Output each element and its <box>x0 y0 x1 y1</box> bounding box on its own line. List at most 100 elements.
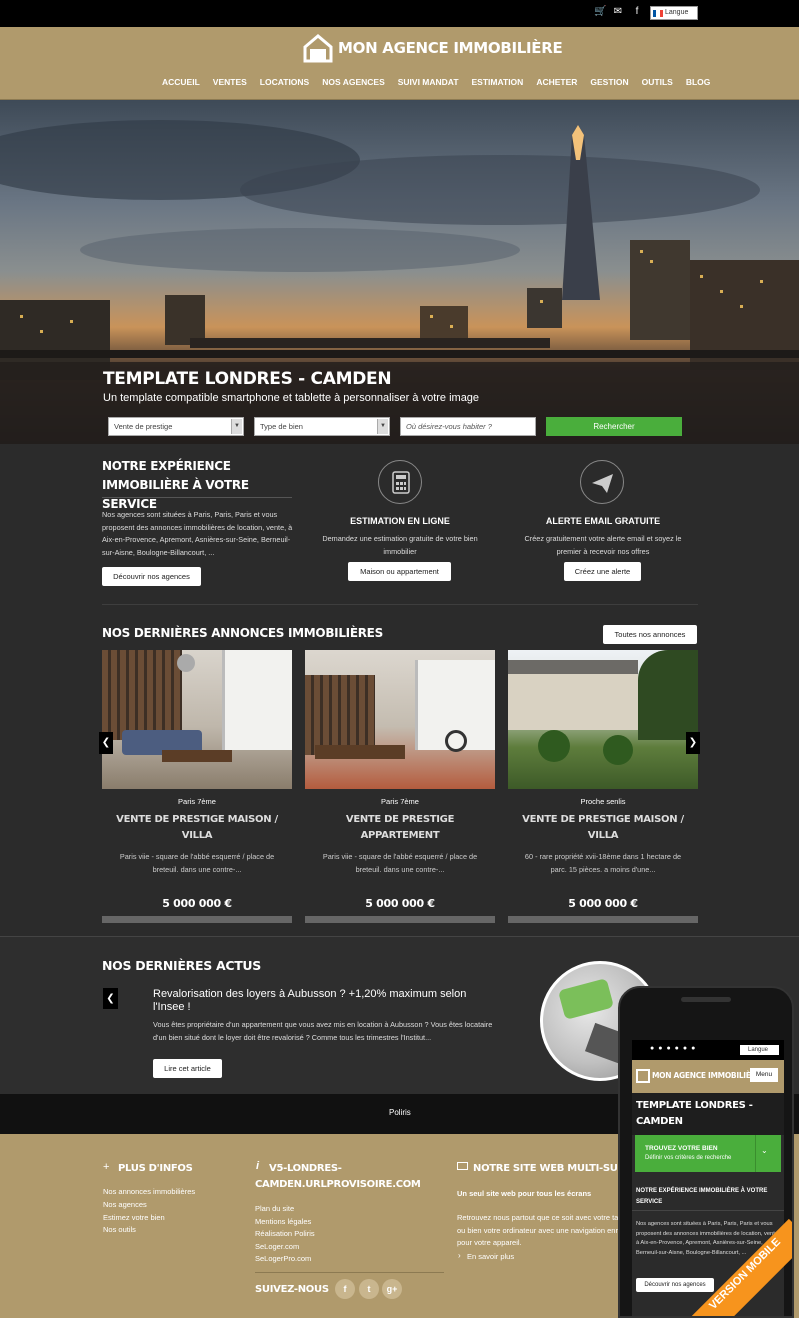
language-label: Langue <box>665 9 689 16</box>
mobile-language-selector[interactable]: Langue <box>740 1045 779 1055</box>
hero-title: TEMPLATE LONDRES - CAMDEN <box>103 369 392 389</box>
news-prev-button[interactable]: ❮ <box>103 988 118 1009</box>
mobile-find-title: TROUVEZ VOTRE BIEN <box>645 1145 718 1152</box>
footer-site-title: V5-LONDRES-CAMDEN.URLPROVISOIRE.COM <box>255 1163 421 1190</box>
footer-link[interactable]: Estimez votre bien <box>103 1212 165 1225</box>
logo-text: MON AGENCE IMMOBILIÈRE <box>338 39 563 57</box>
poliris-link[interactable]: Poliris <box>389 1108 411 1117</box>
footer-link[interactable]: Nos annonces immobilières <box>103 1186 195 1199</box>
nav-item-outils[interactable]: OUTILS <box>642 77 673 87</box>
hero-subtitle: Un template compatible smartphone et tab… <box>103 392 480 404</box>
listing-card[interactable]: Proche senlis VENTE DE PRESTIGE MAISON /… <box>508 650 698 923</box>
mobile-logo-text: MON AGENCE IMMOBILIÈRE <box>652 1071 761 1080</box>
listing-card[interactable]: Paris 7ème VENTE DE PRESTIGE MAISON / VI… <box>102 650 292 923</box>
listing-description: Paris viie - square de l'abbé esquerré /… <box>119 852 275 874</box>
divider <box>102 497 292 498</box>
language-selector[interactable]: Langue <box>650 6 698 20</box>
footer-link[interactable]: Nos outils <box>103 1224 136 1237</box>
follow-us-label: SUIVEZ-NOUS <box>255 1284 329 1295</box>
nav-item-suivi-mandat[interactable]: SUIVI MANDAT <box>398 77 459 87</box>
mobile-preview: ●●●●●● Langue MON AGENCE IMMOBILIÈRE Men… <box>618 986 794 1318</box>
hero-banner: TEMPLATE LONDRES - CAMDEN Un template co… <box>0 100 799 444</box>
listing-location: Paris 7ème <box>381 797 419 806</box>
nav-item-blog[interactable]: BLOG <box>686 77 711 87</box>
calculator-icon <box>392 471 410 494</box>
cart-icon[interactable]: 🛒 <box>594 6 606 18</box>
read-article-button[interactable]: Lire cet article <box>153 1059 222 1078</box>
nav-item-gestion[interactable]: GESTION <box>590 77 628 87</box>
all-listings-button[interactable]: Toutes nos annonces <box>603 625 697 644</box>
location-input[interactable]: Où désirez-vous habiter ? <box>400 417 536 436</box>
listing-description: Paris viie - square de l'abbé esquerré /… <box>322 852 478 874</box>
footer-link[interactable]: Nos agences <box>103 1199 147 1212</box>
twitter-icon[interactable]: t <box>359 1279 379 1299</box>
search-form: Vente de prestige ▼ Type de bien ▼ Où dé… <box>108 417 682 436</box>
footer-multisupport-text: Retrouvez nous partout que ce soit avec … <box>457 1213 637 1248</box>
divider <box>632 1210 784 1211</box>
news-headline[interactable]: Revalorisation des loyers à Aubusson ? +… <box>153 988 498 1014</box>
mobile-topbar: ●●●●●● Langue <box>632 1040 784 1060</box>
footer-link[interactable]: Mentions légales <box>255 1216 311 1229</box>
discover-agencies-button[interactable]: Découvrir nos agences <box>102 567 201 586</box>
mobile-experience-title: NOTRE EXPÉRIENCE IMMOBILIÈRE À VOTRE SER… <box>636 1188 768 1205</box>
mobile-find-subtitle: Définir vos critères de recherche <box>645 1155 732 1161</box>
carousel-prev-button[interactable]: ❮ <box>99 732 113 754</box>
listing-photo <box>102 650 292 789</box>
facebook-icon[interactable]: f <box>632 6 642 18</box>
listing-card[interactable]: Paris 7ème VENTE DE PRESTIGE APPARTEMENT… <box>305 650 495 923</box>
section-divider <box>102 604 698 605</box>
property-type-select[interactable]: Type de bien ▼ <box>254 417 390 436</box>
main-nav: ACCUEIL VENTES LOCATIONS NOS AGENCES SUI… <box>162 77 710 87</box>
listing-location: Paris 7ème <box>178 797 216 806</box>
nav-item-nos-agences[interactable]: NOS AGENCES <box>322 77 385 87</box>
mobile-social-icons: ●●●●●● <box>650 1045 700 1052</box>
phone-speaker <box>681 997 731 1002</box>
footer-link[interactable]: Plan du site <box>255 1203 294 1216</box>
listing-title[interactable]: VENTE DE PRESTIGE MAISON / VILLA <box>102 812 292 844</box>
footer-link[interactable]: SeLoger.com <box>255 1241 299 1254</box>
chevron-left-icon: ❮ <box>106 993 115 1004</box>
nav-item-acheter[interactable]: ACHETER <box>536 77 577 87</box>
footer-info-title: PLUS D'INFOS <box>118 1163 193 1174</box>
nav-item-accueil[interactable]: ACCUEIL <box>162 77 200 87</box>
mobile-find-button[interactable]: TROUVEZ VOTRE BIEN Définir vos critères … <box>635 1135 781 1172</box>
divider <box>755 1135 756 1172</box>
listing-price: 5 000 000 € <box>365 897 435 910</box>
chevron-right-icon: ❯ <box>688 737 698 748</box>
google-plus-icon[interactable]: g+ <box>382 1279 402 1299</box>
divider <box>255 1272 444 1273</box>
site-logo[interactable]: MON AGENCE IMMOBILIÈRE <box>302 33 563 63</box>
nav-item-ventes[interactable]: VENTES <box>213 77 247 87</box>
mail-icon[interactable]: ✉ <box>613 6 623 18</box>
listings-title: NOS DERNIÈRES ANNONCES IMMOBILIÈRES <box>102 626 383 640</box>
alert-text: Créez gratuitement votre alerte email et… <box>524 534 682 556</box>
create-alert-button[interactable]: Créez une alerte <box>564 562 641 581</box>
mobile-discover-agencies-button[interactable]: Découvrir nos agences <box>636 1278 714 1292</box>
carousel-next-button[interactable]: ❯ <box>686 732 700 754</box>
footer-link[interactable]: SeLogerPro.com <box>255 1253 311 1266</box>
chevron-left-icon: ❮ <box>101 737 111 748</box>
listing-description: 60 - rare propriété xvii-18ème dans 1 he… <box>524 852 682 874</box>
mobile-menu-button[interactable]: Menu <box>750 1068 778 1082</box>
nav-item-estimation[interactable]: ESTIMATION <box>472 77 524 87</box>
listing-title[interactable]: VENTE DE PRESTIGE APPARTEMENT <box>305 812 495 844</box>
listing-title[interactable]: VENTE DE PRESTIGE MAISON / VILLA <box>508 812 698 844</box>
site-header: MON AGENCE IMMOBILIÈRE ACCUEIL VENTES LO… <box>0 27 799 100</box>
search-button[interactable]: Rechercher <box>546 417 682 436</box>
calculator-icon-circle <box>378 460 422 504</box>
learn-more-link[interactable]: En savoir plus <box>467 1251 514 1264</box>
paper-plane-icon-circle <box>580 460 624 504</box>
top-bar: 🛒 ✉ f t g ≈ Langue <box>0 0 799 27</box>
property-type-select-value: Type de bien <box>260 422 303 431</box>
mobile-header: MON AGENCE IMMOBILIÈRE Menu <box>632 1060 784 1093</box>
facebook-icon[interactable]: f <box>335 1279 355 1299</box>
plus-icon: + <box>103 1161 110 1173</box>
estimation-button[interactable]: Maison ou appartement <box>348 562 451 581</box>
estimation-title: ESTIMATION EN LIGNE <box>350 516 450 526</box>
nav-item-locations[interactable]: LOCATIONS <box>260 77 309 87</box>
listing-bar <box>508 916 698 923</box>
chevron-down-icon: ▼ <box>231 419 242 434</box>
alert-title: ALERTE EMAIL GRATUITE <box>545 516 661 526</box>
footer-link[interactable]: Réalisation Poliris <box>255 1228 315 1241</box>
transaction-select[interactable]: Vente de prestige ▼ <box>108 417 244 436</box>
